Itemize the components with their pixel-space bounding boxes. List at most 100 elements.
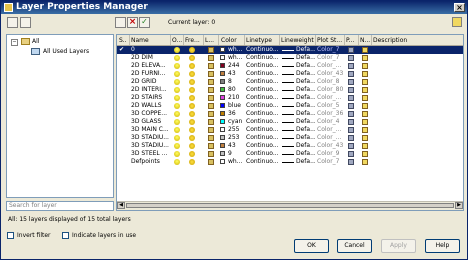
help-button[interactable]: Help bbox=[425, 239, 460, 253]
lightbulb-icon[interactable] bbox=[174, 71, 180, 77]
layer-linetype[interactable]: Continuo... bbox=[246, 142, 279, 150]
printer-icon[interactable] bbox=[348, 143, 354, 149]
layer-status-icon[interactable]: ✔ bbox=[119, 46, 129, 54]
layer-color[interactable]: blue bbox=[228, 102, 244, 110]
color-swatch[interactable] bbox=[220, 47, 225, 52]
new-vp-freeze-icon[interactable] bbox=[362, 95, 368, 101]
lock-icon[interactable] bbox=[208, 47, 214, 53]
color-swatch[interactable] bbox=[220, 103, 225, 108]
lightbulb-icon[interactable] bbox=[174, 151, 180, 157]
layer-linetype[interactable]: Continuo... bbox=[246, 158, 279, 166]
lock-icon[interactable] bbox=[208, 143, 214, 149]
lightbulb-icon[interactable] bbox=[174, 103, 180, 109]
lock-icon[interactable] bbox=[208, 159, 214, 165]
lightbulb-icon[interactable] bbox=[174, 63, 180, 69]
lock-icon[interactable] bbox=[208, 87, 214, 93]
sun-icon[interactable] bbox=[189, 55, 195, 61]
layer-color[interactable]: wh... bbox=[228, 54, 244, 62]
tree-root-label[interactable]: All bbox=[32, 38, 39, 45]
col-plot[interactable]: P... bbox=[346, 37, 354, 44]
printer-icon[interactable] bbox=[348, 159, 354, 165]
printer-icon[interactable] bbox=[348, 127, 354, 133]
col-lock[interactable]: L... bbox=[205, 37, 214, 44]
tree-node-all[interactable]: − bbox=[11, 38, 18, 46]
printer-icon[interactable] bbox=[348, 63, 354, 69]
color-swatch[interactable] bbox=[220, 71, 225, 76]
layer-lineweight[interactable]: Defa... bbox=[296, 102, 315, 110]
layer-color[interactable]: 253 bbox=[228, 134, 244, 142]
cancel-button[interactable]: Cancel bbox=[337, 239, 372, 253]
ok-button[interactable]: OK bbox=[294, 239, 329, 253]
lightbulb-icon[interactable] bbox=[174, 135, 180, 141]
color-swatch[interactable] bbox=[220, 159, 225, 164]
printer-icon[interactable] bbox=[348, 47, 354, 53]
layer-lineweight[interactable]: Defa... bbox=[296, 70, 315, 78]
layer-linetype[interactable]: Continuo... bbox=[246, 102, 279, 110]
lock-icon[interactable] bbox=[208, 63, 214, 69]
layer-name[interactable]: 3D COPPE... bbox=[131, 110, 170, 118]
collapse-icon[interactable]: − bbox=[11, 39, 18, 46]
color-swatch[interactable] bbox=[220, 135, 225, 140]
lightbulb-icon[interactable] bbox=[174, 87, 180, 93]
lock-icon[interactable] bbox=[208, 55, 214, 61]
horizontal-scrollbar[interactable]: ◀ ▶ bbox=[117, 201, 463, 210]
layer-color[interactable]: wh... bbox=[228, 158, 244, 166]
col-color[interactable]: Color bbox=[221, 37, 237, 44]
col-freeze[interactable]: Fre... bbox=[185, 37, 200, 44]
lightbulb-icon[interactable] bbox=[174, 111, 180, 117]
layer-lineweight[interactable]: Defa... bbox=[296, 126, 315, 134]
color-swatch[interactable] bbox=[220, 55, 225, 60]
color-swatch[interactable] bbox=[220, 79, 225, 84]
new-vp-freeze-icon[interactable] bbox=[362, 79, 368, 85]
lock-icon[interactable] bbox=[208, 151, 214, 157]
color-swatch[interactable] bbox=[220, 111, 225, 116]
printer-icon[interactable] bbox=[348, 55, 354, 61]
layer-lineweight[interactable]: Defa... bbox=[296, 78, 315, 86]
lightbulb-icon[interactable] bbox=[174, 79, 180, 85]
layer-lineweight[interactable]: Defa... bbox=[296, 110, 315, 118]
layer-name[interactable]: 0 bbox=[131, 46, 170, 54]
lightbulb-icon[interactable] bbox=[174, 95, 180, 101]
refresh-icon[interactable] bbox=[452, 17, 462, 27]
new-vp-freeze-icon[interactable] bbox=[362, 151, 368, 157]
layer-row[interactable]: 2D FURNI... 43 Continuo... Defa... Color_43 bbox=[117, 70, 463, 78]
layer-lineweight[interactable]: Defa... bbox=[296, 62, 315, 70]
printer-icon[interactable] bbox=[348, 111, 354, 117]
delete-layer-button[interactable]: × bbox=[127, 17, 138, 28]
layer-color[interactable]: 210 bbox=[228, 94, 244, 102]
layer-row[interactable]: Defpoints wh... Continuo... Defa... Color_7 bbox=[117, 158, 463, 166]
lock-icon[interactable] bbox=[208, 119, 214, 125]
lock-icon[interactable] bbox=[208, 127, 214, 133]
color-swatch[interactable] bbox=[220, 143, 225, 148]
col-linetype[interactable]: Linetype bbox=[246, 37, 272, 44]
col-description[interactable]: Description bbox=[373, 37, 407, 44]
layer-linetype[interactable]: Continuo... bbox=[246, 150, 279, 158]
layer-name[interactable]: 3D MAIN C... bbox=[131, 126, 170, 134]
lightbulb-icon[interactable] bbox=[174, 47, 180, 53]
layer-lineweight[interactable]: Defa... bbox=[296, 134, 315, 142]
new-vp-freeze-icon[interactable] bbox=[362, 63, 368, 69]
new-layer-button[interactable] bbox=[115, 17, 126, 28]
set-current-button[interactable]: ✓ bbox=[139, 17, 150, 28]
layer-row[interactable]: ✔ 0 wh... Continuo... Defa... Color_7 bbox=[117, 46, 463, 54]
sun-icon[interactable] bbox=[189, 79, 195, 85]
sun-icon[interactable] bbox=[189, 71, 195, 77]
printer-icon[interactable] bbox=[348, 103, 354, 109]
layer-linetype[interactable]: Continuo... bbox=[246, 54, 279, 62]
sun-icon[interactable] bbox=[189, 135, 195, 141]
new-vp-freeze-icon[interactable] bbox=[362, 119, 368, 125]
layer-color[interactable]: wh... bbox=[228, 46, 244, 54]
sun-icon[interactable] bbox=[189, 127, 195, 133]
color-swatch[interactable] bbox=[220, 127, 225, 132]
new-vp-freeze-icon[interactable] bbox=[362, 55, 368, 61]
layer-color[interactable]: 43 bbox=[228, 142, 244, 150]
lightbulb-icon[interactable] bbox=[174, 119, 180, 125]
layer-color[interactable]: 255 bbox=[228, 126, 244, 134]
layer-color[interactable]: cyan bbox=[228, 118, 244, 126]
layer-name[interactable]: 2D FURNI... bbox=[131, 70, 170, 78]
layer-lineweight[interactable]: Defa... bbox=[296, 118, 315, 126]
col-lineweight[interactable]: Lineweight bbox=[281, 37, 314, 44]
new-vp-freeze-icon[interactable] bbox=[362, 127, 368, 133]
layer-name[interactable]: 3D STEEL ... bbox=[131, 150, 170, 158]
new-vp-freeze-icon[interactable] bbox=[362, 111, 368, 117]
